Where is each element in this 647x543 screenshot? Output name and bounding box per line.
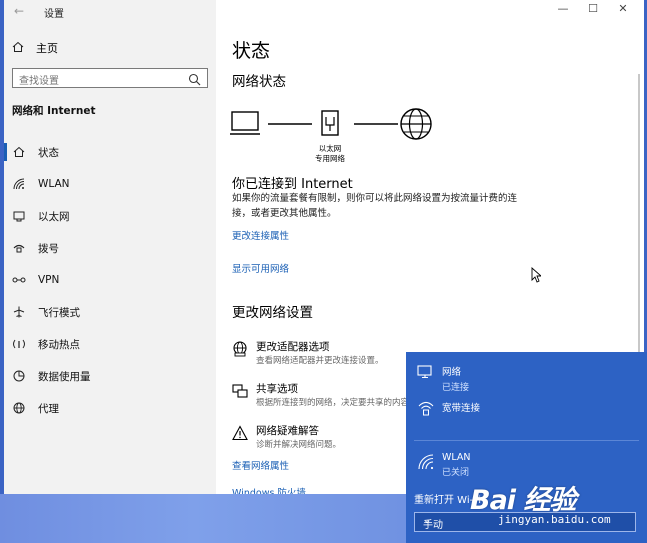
- sidebar-item-label: 移动热点: [38, 338, 80, 351]
- page-title: 状态: [232, 40, 271, 62]
- watermark-logo: Bai 经验: [470, 485, 576, 516]
- search-box[interactable]: [12, 68, 208, 91]
- network-type: 专用网络: [315, 154, 345, 163]
- home-label: 主页: [36, 42, 58, 55]
- sidebar-item-vpn[interactable]: VPN: [4, 264, 216, 296]
- connected-description: 如果你的流量套餐有限制，则你可以将此网络设置为按流量计费的连接，或者更改其他属性…: [232, 193, 518, 219]
- section-title: 网络和 Internet: [12, 105, 96, 117]
- sidebar-item-label: 以太网: [38, 210, 70, 223]
- sidebar-item-status[interactable]: 状态: [4, 136, 216, 168]
- network-pc-icon: [416, 364, 436, 382]
- wifi-icon: [12, 177, 26, 191]
- ethernet-name: 以太网: [318, 144, 342, 153]
- sidebar-item-label: 状态: [38, 146, 59, 159]
- sidebar-item-wlan[interactable]: WLAN: [4, 168, 216, 200]
- computer-icon: [230, 111, 260, 135]
- sidebar-item-proxy[interactable]: 代理: [4, 392, 216, 424]
- search-input[interactable]: [13, 72, 185, 91]
- option-subtitle: 查看网络适配器并更改连接设置。: [256, 356, 384, 366]
- sidebar-item-label: 飞行模式: [38, 306, 80, 319]
- airplane-icon: [12, 305, 26, 319]
- sidebar-item-ethernet[interactable]: 以太网: [4, 200, 216, 232]
- network-status-heading: 网络状态: [232, 74, 286, 90]
- flyout-network-title: 网络: [442, 367, 462, 378]
- sidebar-item-label: 代理: [38, 402, 59, 415]
- hotspot-icon: [12, 337, 26, 351]
- watermark-url: jingyan.baidu.com: [498, 513, 611, 526]
- dialup-icon: [12, 241, 26, 255]
- sidebar-item-label: 数据使用量: [38, 370, 91, 383]
- minimize-icon[interactable]: —: [548, 2, 578, 15]
- warning-icon: [232, 425, 248, 441]
- view-network-properties-link[interactable]: 查看网络属性: [232, 458, 289, 472]
- ethernet-icon: [12, 209, 26, 223]
- sidebar-item-hotspot[interactable]: 移动热点: [4, 328, 216, 360]
- connected-title: 你已连接到 Internet: [232, 177, 353, 192]
- sidebar-nav: 状态 WLAN 以太网 拨号 VPN 飞行模式 移动热点 数据使用量 代理: [4, 136, 216, 424]
- flyout-divider: [414, 440, 639, 441]
- sidebar: ← 设置 主页 网络和 Internet 状态: [4, 0, 216, 494]
- baidu-watermark: Bai 经验 jingyan.baidu.com: [470, 478, 645, 534]
- sidebar-item-home[interactable]: 主页: [12, 38, 58, 58]
- flyout-broadband-item[interactable]: 宽带连接: [416, 400, 480, 418]
- change-connection-properties-link[interactable]: 更改连接属性: [232, 228, 289, 242]
- ethernet-adapter-icon: [321, 110, 339, 136]
- close-icon[interactable]: ✕: [608, 2, 638, 15]
- flyout-broadband-title: 宽带连接: [442, 403, 481, 414]
- vpn-icon: [12, 273, 26, 287]
- flyout-network-item[interactable]: 网络 已连接: [416, 364, 469, 393]
- sharing-icon: [232, 383, 248, 399]
- sidebar-item-dialup[interactable]: 拨号: [4, 232, 216, 264]
- sidebar-item-label: 拨号: [38, 242, 59, 255]
- home-status-icon: [12, 145, 26, 159]
- option-title: 共享选项: [256, 383, 298, 395]
- data-usage-icon: [12, 369, 26, 383]
- window-controls: — ☐ ✕: [548, 2, 638, 15]
- maximize-icon[interactable]: ☐: [578, 2, 608, 15]
- internet-globe-icon: [400, 108, 432, 140]
- mouse-cursor-icon: [531, 267, 541, 283]
- sidebar-item-data-usage[interactable]: 数据使用量: [4, 360, 216, 392]
- option-title: 更改适配器选项: [256, 341, 330, 353]
- back-arrow-icon[interactable]: ←: [14, 4, 24, 18]
- window-title: 设置: [44, 9, 64, 20]
- option-title: 网络疑难解答: [256, 425, 319, 437]
- change-settings-heading: 更改网络设置: [232, 305, 313, 321]
- show-available-networks-link[interactable]: 显示可用网络: [232, 261, 289, 275]
- ethernet-label: 以太网 专用网络: [310, 144, 350, 164]
- flyout-network-status: 已连接: [442, 383, 470, 393]
- title-bar: ← 设置: [4, 0, 216, 24]
- wifi-off-icon: [416, 452, 436, 470]
- home-icon: [12, 41, 26, 56]
- broadband-dialup-icon: [416, 400, 436, 418]
- option-subtitle: 诊断并解决网络问题。: [256, 440, 342, 450]
- flyout-wlan-item[interactable]: WLAN 已关闭: [416, 452, 471, 478]
- sidebar-item-airplane[interactable]: 飞行模式: [4, 296, 216, 328]
- option-subtitle: 根据所连接到的网络，决定要共享的内容。: [256, 398, 418, 408]
- sidebar-item-label: VPN: [38, 274, 60, 286]
- globe-icon: [12, 401, 26, 415]
- sidebar-item-label: WLAN: [38, 178, 70, 190]
- flyout-wlan-status: 已关闭: [442, 468, 470, 478]
- flyout-wlan-title: WLAN: [442, 452, 471, 463]
- windows-firewall-link[interactable]: Windows 防火墙: [232, 485, 306, 494]
- search-icon[interactable]: [188, 71, 201, 90]
- adapter-globe-icon: [232, 341, 248, 357]
